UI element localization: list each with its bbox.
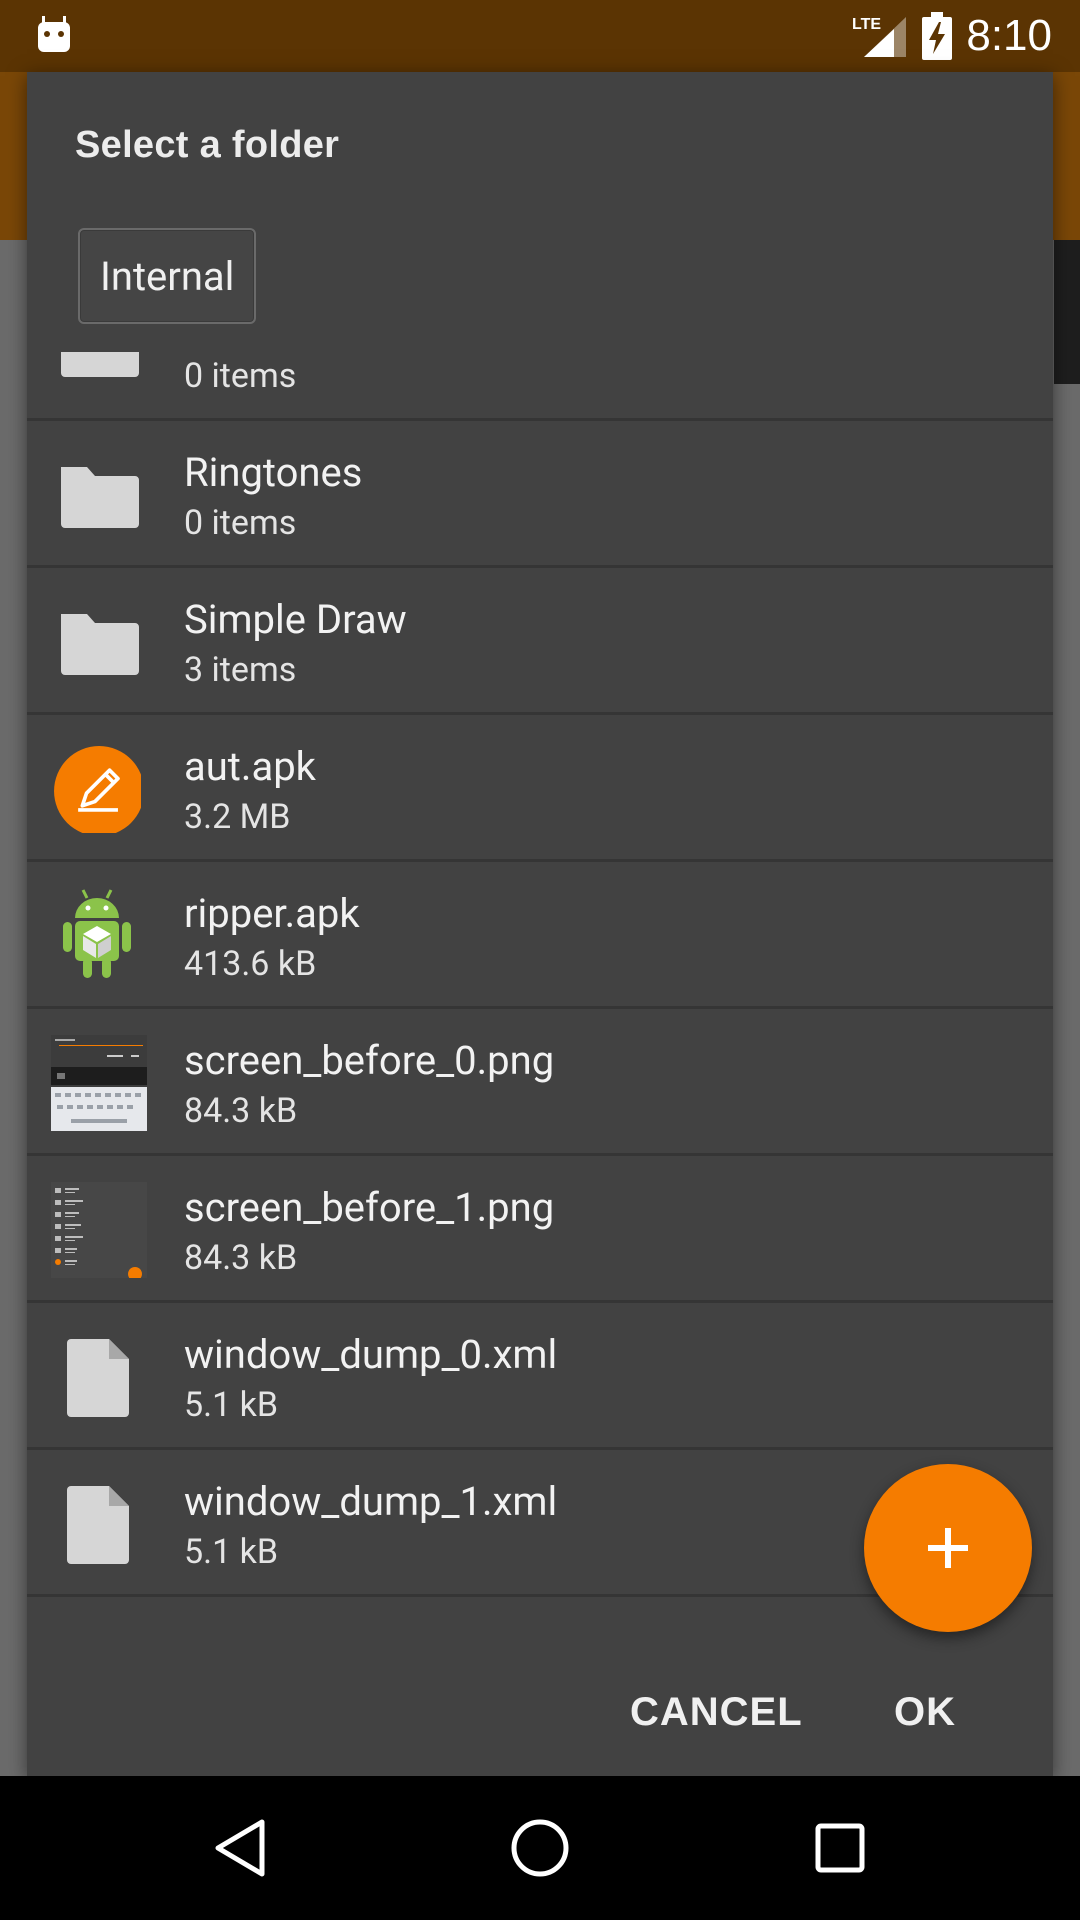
item-name: screen_before_1.png bbox=[184, 1184, 555, 1231]
select-folder-dialog: Select a folder Internal 0 items Rington… bbox=[27, 72, 1053, 1776]
status-time: 8:10 bbox=[966, 11, 1052, 60]
add-folder-fab[interactable] bbox=[864, 1464, 1032, 1632]
item-name: Ringtones bbox=[184, 449, 363, 496]
file-icon bbox=[67, 1486, 129, 1564]
recents-icon[interactable] bbox=[804, 1812, 876, 1884]
item-name: aut.apk bbox=[184, 743, 316, 790]
list-item[interactable]: 0 items bbox=[27, 352, 1053, 421]
status-indicators: LTE 8:10 bbox=[852, 0, 1052, 72]
list-item[interactable]: screen_before_1.png 84.3 kB bbox=[27, 1156, 1053, 1303]
item-name: window_dump_1.xml bbox=[184, 1478, 558, 1525]
back-icon[interactable] bbox=[204, 1812, 276, 1884]
folder-icon bbox=[61, 467, 139, 528]
status-bar: LTE 8:10 bbox=[0, 0, 1080, 72]
item-name: ripper.apk bbox=[184, 890, 360, 937]
svg-text:LTE: LTE bbox=[852, 16, 881, 33]
item-meta: 0 items bbox=[184, 503, 297, 543]
item-meta: 3 items bbox=[184, 650, 297, 690]
plus-icon bbox=[928, 1528, 968, 1568]
item-meta: 84.3 kB bbox=[184, 1238, 298, 1278]
item-name: screen_before_0.png bbox=[184, 1037, 555, 1084]
item-meta: 5.1 kB bbox=[184, 1532, 279, 1572]
android-app-icon bbox=[63, 889, 131, 978]
ok-button[interactable]: OK bbox=[894, 1690, 956, 1735]
list-item[interactable]: ripper.apk 413.6 kB bbox=[27, 862, 1053, 1009]
dialog-title: Select a folder bbox=[75, 124, 340, 166]
home-icon[interactable] bbox=[504, 1812, 576, 1884]
navigation-bar bbox=[0, 1776, 1080, 1920]
file-icon bbox=[67, 1339, 129, 1417]
list-item[interactable]: screen_before_0.png 84.3 kB bbox=[27, 1009, 1053, 1156]
item-meta: 3.2 MB bbox=[184, 797, 291, 837]
screen: LTE 8:10 Select a folder Internal 0 item… bbox=[0, 0, 1080, 1920]
background-strip bbox=[1054, 240, 1080, 384]
item-meta: 413.6 kB bbox=[184, 944, 317, 984]
item-meta: 84.3 kB bbox=[184, 1091, 298, 1131]
cancel-button[interactable]: CANCEL bbox=[630, 1690, 803, 1735]
pencil-app-icon bbox=[54, 746, 141, 833]
list-item[interactable]: Simple Draw 3 items bbox=[27, 568, 1053, 715]
android-debug-icon bbox=[38, 16, 70, 52]
file-list: 0 items Ringtones 0 items Simple Draw 3 … bbox=[27, 352, 1053, 1676]
list-item[interactable]: window_dump_0.xml 5.1 kB bbox=[27, 1303, 1053, 1450]
folder-icon bbox=[61, 614, 139, 675]
list-item[interactable]: Ringtones 0 items bbox=[27, 421, 1053, 568]
item-name: Simple Draw bbox=[184, 596, 407, 643]
image-thumbnail-icon bbox=[51, 1035, 147, 1131]
dialog-actions: CANCEL OK bbox=[27, 1676, 1053, 1776]
list-item[interactable]: aut.apk 3.2 MB bbox=[27, 715, 1053, 862]
item-meta: 5.1 kB bbox=[184, 1385, 279, 1425]
item-meta: 0 items bbox=[184, 356, 297, 396]
image-thumbnail-icon bbox=[51, 1182, 147, 1278]
battery-charging-icon bbox=[922, 12, 953, 60]
storage-selector[interactable]: Internal bbox=[78, 228, 257, 324]
folder-icon bbox=[61, 352, 139, 377]
item-name: window_dump_0.xml bbox=[184, 1331, 558, 1378]
lte-signal-icon: LTE bbox=[852, 16, 907, 57]
